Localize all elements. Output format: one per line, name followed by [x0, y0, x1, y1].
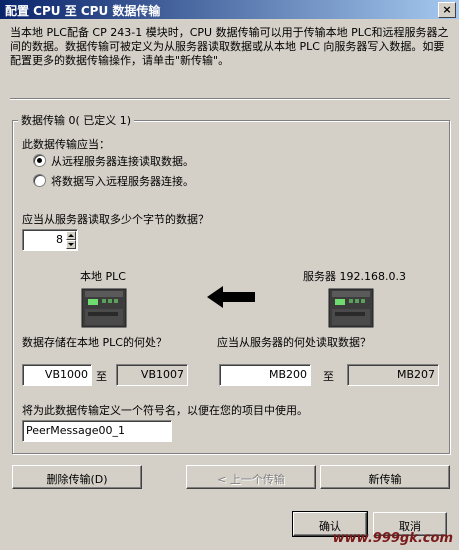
- server-to-label: 至: [323, 370, 334, 383]
- group-title: 数据传输 0( 已定义 1): [18, 112, 135, 128]
- server-read-label: 应当从服务器的何处读取数据？: [217, 336, 371, 349]
- server-end-value: MB207: [347, 364, 439, 386]
- arrow-left-icon: [205, 284, 257, 313]
- radio-write-label: 将数据写入远程服务器连接。: [51, 175, 194, 188]
- symbol-name-input[interactable]: PeerMessage00_1: [22, 420, 172, 442]
- symbol-label: 将为此数据传输定义一个符号名，以便在您的项目中使用。: [22, 404, 308, 417]
- triangle-up-icon: [68, 234, 74, 237]
- server-start-input[interactable]: MB200: [219, 364, 311, 386]
- direction-label: 此数据传输应当：: [22, 138, 110, 151]
- radio-read[interactable]: [33, 154, 46, 167]
- divider: [10, 98, 450, 100]
- title-bar: 配置 CPU 至 CPU 数据传输 ×: [0, 0, 459, 19]
- spin-down-button[interactable]: [66, 240, 76, 249]
- local-end-value: VB1007: [116, 364, 188, 386]
- server-plc-icon: [327, 287, 375, 332]
- radio-write[interactable]: [33, 174, 46, 187]
- local-plc-title: 本地 PLC: [80, 270, 126, 283]
- window-title: 配置 CPU 至 CPU 数据传输: [5, 4, 161, 18]
- triangle-down-icon: [68, 243, 74, 246]
- description-text: 当本地 PLC配备 CP 243-1 模块时，CPU 数据传输可以用于传输本地 …: [10, 26, 449, 67]
- local-store-label: 数据存储在本地 PLC的何处？: [22, 336, 167, 349]
- local-plc-icon: [80, 287, 128, 332]
- local-start-input[interactable]: VB1000: [22, 364, 92, 386]
- watermark: www.999gk.com: [332, 531, 453, 546]
- radio-read-label: 从远程服务器连接读取数据。: [51, 155, 194, 168]
- server-title: 服务器 192.168.0.3: [303, 270, 406, 283]
- close-button[interactable]: ×: [438, 2, 456, 18]
- local-to-label: 至: [96, 370, 107, 383]
- new-transfer-button[interactable]: 新传输: [320, 465, 450, 489]
- prev-transfer-button[interactable]: < 上一个传输: [186, 465, 316, 489]
- spin-up-button[interactable]: [66, 231, 76, 240]
- delete-transfer-button[interactable]: 删除传输(D): [12, 465, 142, 489]
- bytes-label: 应当从服务器读取多少个字节的数据？: [22, 213, 209, 226]
